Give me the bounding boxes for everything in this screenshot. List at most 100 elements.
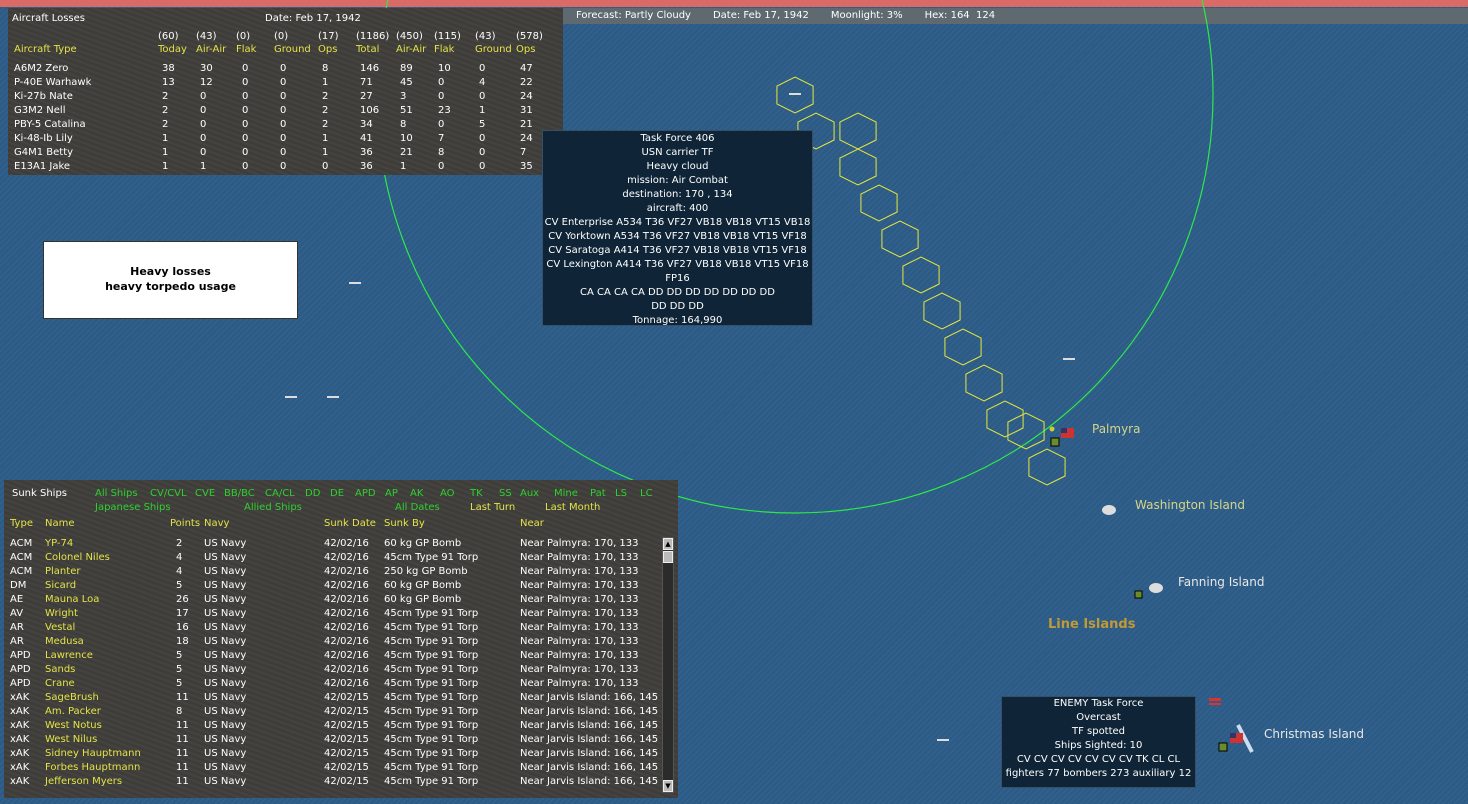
column-header[interactable]: Sunk Date bbox=[324, 518, 376, 529]
column-header[interactable]: Ground bbox=[475, 44, 512, 55]
column-header[interactable]: Air-Air bbox=[196, 44, 226, 55]
side-filter[interactable]: Allied Ships bbox=[244, 502, 302, 513]
column-header[interactable]: Navy bbox=[204, 518, 229, 529]
filter-cacl[interactable]: CA/CL bbox=[265, 488, 295, 499]
navy: US Navy bbox=[204, 566, 247, 577]
loss-value: 4 bbox=[479, 77, 486, 88]
location: Near Palmyra: 170, 133 bbox=[520, 664, 639, 675]
filter-dd[interactable]: DD bbox=[305, 488, 320, 499]
column-total: (60) bbox=[158, 31, 179, 42]
sunk-by: 45cm Type 91 Torp bbox=[384, 720, 479, 731]
scroll-down-button[interactable]: ▼ bbox=[663, 780, 673, 792]
column-header[interactable]: Type bbox=[10, 518, 33, 529]
ship-name[interactable]: YP-74 bbox=[45, 538, 73, 549]
column-header[interactable]: Total bbox=[356, 44, 379, 55]
column-header[interactable]: Points bbox=[170, 518, 200, 529]
sunk-date: 42/02/16 bbox=[324, 566, 369, 577]
navy: US Navy bbox=[204, 734, 247, 745]
filter-ss[interactable]: SS bbox=[499, 488, 512, 499]
ship-name[interactable]: Jefferson Myers bbox=[45, 776, 122, 787]
ship-type: xAK bbox=[10, 720, 30, 731]
loss-value: 21 bbox=[400, 147, 413, 158]
ship-name[interactable]: Vestal bbox=[45, 622, 75, 633]
column-header[interactable]: Sunk By bbox=[384, 518, 425, 529]
column-header[interactable]: Ground bbox=[274, 44, 311, 55]
filter-ao[interactable]: AO bbox=[440, 488, 455, 499]
location: Near Jarvis Island: 166, 145 bbox=[520, 706, 659, 717]
filter-pat[interactable]: Pat bbox=[590, 488, 606, 499]
loss-value: 24 bbox=[520, 133, 533, 144]
filter-bbbc[interactable]: BB/BC bbox=[224, 488, 255, 499]
filter-cve[interactable]: CVE bbox=[195, 488, 215, 499]
ship-name[interactable]: Sicard bbox=[45, 580, 76, 591]
points: 4 bbox=[176, 552, 183, 563]
loss-value: 8 bbox=[322, 63, 329, 74]
column-header[interactable]: Flak bbox=[236, 44, 256, 55]
column-header[interactable]: Ops bbox=[318, 44, 337, 55]
filter-ls[interactable]: LS bbox=[615, 488, 627, 499]
panel-title: Sunk Ships bbox=[12, 488, 68, 499]
filter-mine[interactable]: Mine bbox=[554, 488, 578, 499]
ship-name[interactable]: West Nilus bbox=[45, 734, 97, 745]
column-header[interactable]: Ops bbox=[516, 44, 535, 55]
loss-value: 2 bbox=[162, 119, 169, 130]
points: 16 bbox=[176, 622, 189, 633]
christmas-base[interactable] bbox=[1218, 724, 1254, 753]
path-hex bbox=[944, 328, 982, 366]
tooltip-line: mission: Air Combat bbox=[627, 175, 728, 186]
tooltip-line: aircraft: 400 bbox=[646, 203, 709, 214]
loss-value: 1 bbox=[162, 147, 169, 158]
ship-name[interactable]: Am. Packer bbox=[45, 706, 101, 717]
ship-name[interactable]: Sidney Hauptmann bbox=[45, 748, 141, 759]
sunk-date: 42/02/16 bbox=[324, 580, 369, 591]
filter-ap[interactable]: AP bbox=[385, 488, 398, 499]
scroll-thumb[interactable] bbox=[663, 551, 673, 563]
column-total: (17) bbox=[318, 31, 339, 42]
date-filter[interactable]: Last Turn bbox=[470, 502, 515, 513]
scrollbar[interactable]: ▲ ▼ bbox=[662, 537, 674, 793]
column-header[interactable]: Today bbox=[158, 44, 187, 55]
loss-value: 0 bbox=[242, 133, 249, 144]
side-filter[interactable]: Japanese Ships bbox=[95, 502, 171, 513]
sunk-by: 45cm Type 91 Torp bbox=[384, 622, 479, 633]
ship-name[interactable]: Mauna Loa bbox=[45, 594, 99, 605]
ship-name[interactable]: Forbes Hauptmann bbox=[45, 762, 140, 773]
filter-lc[interactable]: LC bbox=[640, 488, 653, 499]
column-header[interactable]: Near bbox=[520, 518, 544, 529]
sunk-ships-panel: ▲ ▼ Sunk Ships All Ships CV/CVL CVE BB/BC CA/C… bbox=[4, 480, 678, 798]
filter-aux[interactable]: Aux bbox=[520, 488, 539, 499]
column-header[interactable]: Air-Air bbox=[396, 44, 426, 55]
filter-cvcvl[interactable]: CV/CVL bbox=[150, 488, 187, 499]
date-filter[interactable]: All Dates bbox=[395, 502, 440, 513]
loss-value: 0 bbox=[479, 161, 486, 172]
scroll-up-button[interactable]: ▲ bbox=[663, 538, 673, 550]
column-header[interactable]: Flak bbox=[434, 44, 454, 55]
filter-ak[interactable]: AK bbox=[410, 488, 423, 499]
column-header[interactable]: Name bbox=[45, 518, 75, 529]
ship-name[interactable]: Wright bbox=[45, 608, 78, 619]
filter-apd[interactable]: APD bbox=[355, 488, 376, 499]
ship-name[interactable]: Sands bbox=[45, 664, 75, 675]
date-filter[interactable]: Last Month bbox=[545, 502, 600, 513]
sunk-date: 42/02/16 bbox=[324, 594, 369, 605]
ship-type: ACM bbox=[10, 538, 33, 549]
note-line: heavy torpedo usage bbox=[105, 280, 236, 293]
filter-allships[interactable]: All Ships bbox=[95, 488, 138, 499]
filter-tk[interactable]: TK bbox=[470, 488, 483, 499]
tooltip-line: Ships Sighted: 10 bbox=[1054, 740, 1143, 751]
ship-name[interactable]: SageBrush bbox=[45, 692, 99, 703]
ship-name[interactable]: Colonel Niles bbox=[45, 552, 110, 563]
ship-name[interactable]: Planter bbox=[45, 566, 80, 577]
loss-value: 3 bbox=[400, 91, 407, 102]
ship-name[interactable]: Medusa bbox=[45, 636, 84, 647]
ship-type: xAK bbox=[10, 776, 30, 787]
filter-de[interactable]: DE bbox=[330, 488, 344, 499]
points: 11 bbox=[176, 776, 189, 787]
ship-name[interactable]: Lawrence bbox=[45, 650, 93, 661]
points: 11 bbox=[176, 748, 189, 759]
ship-name[interactable]: Crane bbox=[45, 678, 75, 689]
ship-type: xAK bbox=[10, 748, 30, 759]
ship-name[interactable]: West Notus bbox=[45, 720, 102, 731]
palmyra-base[interactable] bbox=[1049, 426, 1075, 447]
navy: US Navy bbox=[204, 720, 247, 731]
